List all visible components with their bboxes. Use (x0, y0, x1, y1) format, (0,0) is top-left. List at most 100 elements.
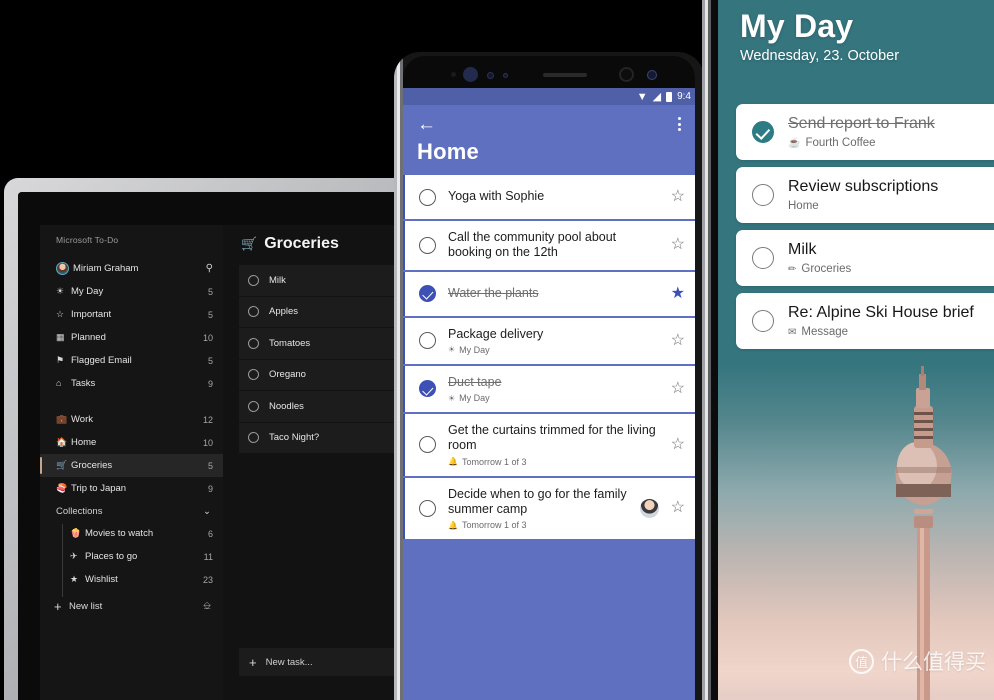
task-meta: 🔔 Tomorrow 1 of 3 (448, 520, 628, 530)
list-item[interactable]: Re: Alpine Ski House brief ✉ Message (736, 293, 994, 349)
sidebar-item-count: 5 (207, 460, 213, 471)
checkbox-circle-icon[interactable] (752, 247, 774, 269)
checkbox-circle-icon[interactable] (419, 236, 436, 254)
watermark: 值 什么值得买 (849, 646, 986, 676)
sidebar-item-label: Trip to Japan (71, 483, 127, 494)
checkbox-circle-icon[interactable] (248, 400, 259, 412)
new-group-icon[interactable]: ⎒ (203, 601, 211, 612)
new-task-input[interactable]: + New task... (239, 648, 396, 676)
collections-header[interactable]: Collections ⌄ (40, 500, 223, 522)
sidebar-item-planned[interactable]: ▦ Planned 10 (40, 326, 223, 349)
sidebar-item-important[interactable]: ☆ Important 5 (40, 303, 223, 326)
checkbox-circle-icon[interactable] (419, 188, 436, 206)
task-title: Decide when to go for the family summer … (448, 486, 627, 516)
search-icon[interactable]: ⚲ (206, 263, 213, 274)
table-row[interactable]: Apples (239, 296, 396, 327)
list-item[interactable]: Yoga with Sophie ☆ (403, 175, 695, 219)
task-title: Duct tape (448, 374, 502, 389)
sidebar-item-wishlist[interactable]: ★ Wishlist 23 (40, 568, 223, 591)
checkbox-circle-icon[interactable] (419, 499, 436, 517)
iris-sensor-icon (487, 72, 494, 79)
list-item[interactable]: Send report to Frank ☕ Fourth Coffee (736, 104, 994, 160)
checkbox-circle-icon[interactable] (248, 432, 259, 444)
sidebar-item-count: 9 (207, 483, 213, 494)
checkbox-circle-icon[interactable] (248, 274, 259, 286)
star-outline-icon[interactable]: ☆ (671, 436, 685, 453)
task-title: Oregano (269, 369, 306, 381)
task-meta: Home (788, 200, 938, 212)
sidebar-item-my-day[interactable]: ☀ My Day 5 (40, 280, 223, 303)
star-filled-icon[interactable]: ★ (671, 285, 685, 302)
sidebar-item-work[interactable]: 💼 Work 12 (40, 408, 223, 431)
sidebar-item-trip-to-japan[interactable]: 🍣 Trip to Japan 9 (40, 477, 223, 500)
collections-label: Collections (56, 505, 103, 517)
task-meta: 🔔 Tomorrow 1 of 3 (448, 457, 659, 467)
phone-device: ▼ ◢ 9:4 ← Home Yoga with Sophie ☆ Call the… (394, 52, 704, 700)
phone-bezel: ▼ ◢ 9:4 ← Home Yoga with Sophie ☆ Call the… (403, 56, 695, 700)
table-row[interactable]: Noodles (239, 391, 396, 422)
task-title: Re: Alpine Ski House brief (788, 303, 974, 321)
list-item-body: Water the plants (448, 286, 659, 301)
task-title: Review subscriptions (788, 177, 939, 195)
sun-icon: ☀ (448, 345, 456, 355)
sidebar-item-tasks[interactable]: ⌂ Tasks 9 (40, 372, 223, 395)
infrared-sensor-icon (647, 70, 657, 80)
new-list-button[interactable]: + New list ⎒ (40, 595, 223, 618)
sidebar-item-label: Planned (71, 332, 106, 343)
star-outline-icon[interactable]: ☆ (671, 500, 685, 516)
task-title: Apples (269, 306, 299, 318)
sidebar-item-movies-to-watch[interactable]: 🍿 Movies to watch 6 (40, 522, 223, 545)
star-outline-icon[interactable]: ☆ (671, 380, 685, 397)
checkbox-circle-icon[interactable] (248, 306, 259, 318)
sun-icon: ☀ (56, 286, 65, 296)
checkbox-circle-icon[interactable] (419, 332, 436, 350)
list-item[interactable]: Decide when to go for the family summer … (403, 477, 695, 539)
table-row[interactable]: Tomatoes (239, 328, 396, 359)
list-item[interactable]: Call the community pool about booking on… (403, 221, 695, 270)
task-meta: ☕ Fourth Coffee (788, 137, 935, 149)
sidebar-item-places-to-go[interactable]: ✈ Places to go 11 (40, 545, 223, 568)
list-item[interactable]: Duct tape ☀ My Day ☆ (403, 365, 695, 412)
sidebar-item-groceries[interactable]: 🛒 Groceries 5 (40, 454, 223, 477)
checkbox-circle-icon[interactable] (752, 310, 774, 332)
task-meta-label: Groceries (801, 263, 852, 276)
checkbox-circle-icon[interactable] (752, 184, 774, 206)
bell-icon: 🔔 (448, 520, 458, 530)
laptop-device: Microsoft To-Do Miriam Graham ⚲ ☀ My Day 5… (4, 178, 396, 700)
checkbox-circle-icon[interactable] (419, 436, 436, 454)
list-item[interactable]: Package delivery ☀ My Day ☆ (403, 317, 695, 364)
table-row[interactable]: Oregano (239, 359, 396, 390)
phone-task-list: Yoga with Sophie ☆ Call the community pool… (403, 175, 695, 539)
task-title: Get the curtains trimmed for the living … (448, 423, 656, 453)
task-title: Taco Night? (269, 432, 320, 444)
basket-icon: 🛒 (241, 236, 258, 251)
table-row[interactable]: Taco Night? (239, 422, 396, 453)
laptop-screen: Microsoft To-Do Miriam Graham ⚲ ☀ My Day 5… (18, 192, 396, 700)
sidebar-item-count: 12 (202, 414, 213, 425)
signal-icon: ◢ (652, 91, 662, 103)
list-item[interactable]: Milk ✏ Groceries (736, 230, 994, 286)
star-outline-icon[interactable]: ☆ (671, 332, 685, 349)
checkbox-checked-icon[interactable] (419, 380, 436, 398)
sidebar-item-count: 5 (207, 309, 213, 320)
back-arrow-icon[interactable]: ← (417, 115, 436, 134)
task-meta-label: Fourth Coffee (805, 137, 876, 150)
list-item[interactable]: Water the plants ★ (403, 271, 695, 316)
overflow-menu-icon[interactable] (678, 117, 681, 131)
page-subtitle-date: Wednesday, 23. October (740, 48, 900, 64)
star-outline-icon[interactable]: ☆ (671, 189, 685, 205)
checkbox-checked-icon[interactable] (752, 121, 774, 143)
sidebar-item-home[interactable]: 🏠 Home 10 (40, 431, 223, 454)
checkbox-checked-icon[interactable] (419, 285, 436, 302)
star-outline-icon[interactable]: ☆ (671, 237, 685, 253)
table-row[interactable]: Milk (239, 265, 396, 296)
list-item[interactable]: Get the curtains trimmed for the living … (403, 414, 695, 476)
sidebar-account-row[interactable]: Miriam Graham ⚲ (40, 257, 223, 280)
checkbox-circle-icon[interactable] (248, 337, 259, 349)
star-icon: ☆ (56, 309, 65, 319)
sidebar-item-flagged-email[interactable]: ⚑ Flagged Email 5 (40, 349, 223, 372)
bell-icon: 🔔 (448, 457, 458, 466)
list-item[interactable]: Review subscriptions Home (736, 167, 994, 223)
checkbox-circle-icon[interactable] (248, 369, 259, 381)
chevron-down-icon[interactable]: ⌄ (203, 506, 211, 517)
